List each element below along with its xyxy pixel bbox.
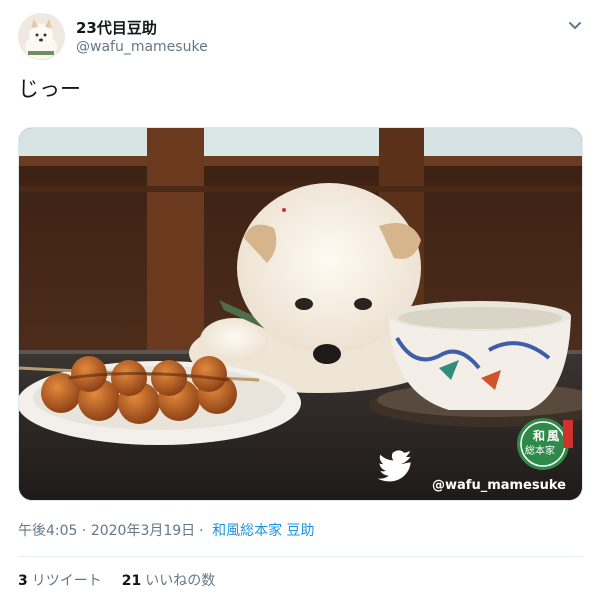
tweet-photo[interactable]: 和 風 総本家 @wafu_mamesuke: [18, 127, 583, 501]
divider: [18, 556, 583, 557]
watermark-text: @wafu_mamesuke: [432, 478, 566, 493]
retweet-count-link[interactable]: 3 リツイート: [18, 570, 102, 590]
tweet-date[interactable]: 2020年3月19日: [91, 523, 195, 539]
svg-text:風: 風: [547, 429, 559, 443]
tweet-source-link[interactable]: 和風総本家 豆助: [212, 523, 314, 539]
likes-count: 21: [121, 573, 142, 589]
likes-label: いいねの数: [145, 573, 216, 589]
meta-separator: ·: [81, 523, 87, 539]
display-name[interactable]: 23代目豆助: [76, 17, 157, 38]
retweets-count: 3: [18, 573, 28, 589]
avatar[interactable]: [18, 13, 65, 60]
user-handle[interactable]: @wafu_mamesuke: [76, 39, 208, 55]
tweet-text: じっー: [18, 77, 81, 101]
tweet-meta: 午後4:05 · 2020年3月19日 · 和風総本家 豆助: [18, 520, 315, 540]
avatar-image: [18, 13, 65, 60]
photo-image: 和 風 総本家 @wafu_mamesuke: [19, 128, 582, 500]
retweets-label: リツイート: [31, 573, 102, 589]
like-count-link[interactable]: 21 いいねの数: [122, 570, 215, 590]
meta-separator-2: ·: [199, 523, 204, 539]
tweet-stats: 3 リツイート 21 いいねの数: [18, 570, 215, 590]
tweet-time[interactable]: 午後4:05: [18, 523, 77, 539]
svg-text:和: 和: [532, 428, 545, 443]
chevron-down-icon[interactable]: [566, 16, 584, 34]
svg-text:総本家: 総本家: [525, 444, 555, 457]
